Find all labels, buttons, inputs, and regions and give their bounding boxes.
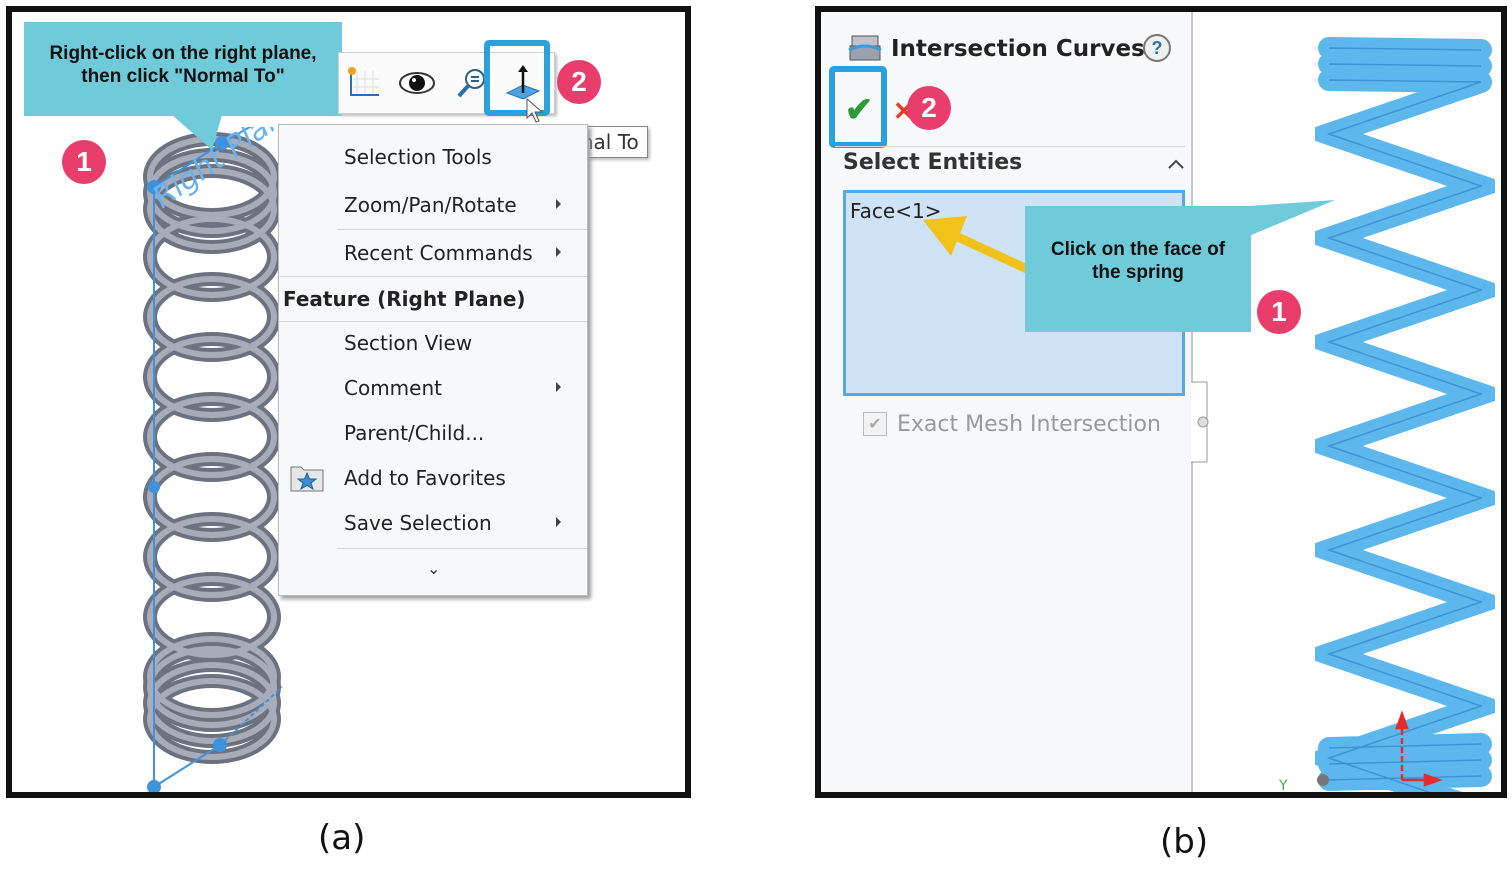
spring-coil-path bbox=[1326, 47, 1484, 792]
step-badge-1: 1 bbox=[1257, 290, 1301, 334]
menu-expand-chevron-icon[interactable]: ⌄ bbox=[427, 559, 440, 578]
instruction-callout: Click on the face of the spring bbox=[1025, 206, 1251, 332]
step-badge-2: 2 bbox=[557, 60, 601, 104]
submenu-arrow-icon bbox=[556, 517, 561, 527]
panel-b-screenshot: Intersection Curves ? ✔ ✕ 2 Select Entit… bbox=[815, 6, 1507, 798]
step-badge-2: 2 bbox=[907, 86, 951, 130]
menu-separator bbox=[279, 321, 587, 322]
menu-item-selection-tools[interactable]: Selection Tools bbox=[279, 137, 587, 177]
caption-a: (a) bbox=[318, 818, 366, 858]
intersection-curves-icon bbox=[848, 35, 882, 61]
exact-mesh-intersection-label: Exact Mesh Intersection bbox=[897, 412, 1161, 437]
submenu-arrow-icon bbox=[556, 247, 561, 257]
menu-item-save-selection[interactable]: Save Selection bbox=[279, 503, 587, 543]
mouse-cursor-icon bbox=[526, 98, 544, 123]
spring-model-blue[interactable] bbox=[1315, 32, 1495, 792]
menu-item-parent-child[interactable]: Parent/Child... bbox=[279, 413, 587, 453]
instruction-callout: Right-click on the right plane, then cli… bbox=[24, 22, 342, 116]
pointer-arrow bbox=[923, 216, 1031, 275]
step-badge-1: 1 bbox=[62, 140, 106, 184]
sketch-grid-icon[interactable] bbox=[343, 63, 383, 103]
section-divider bbox=[835, 146, 1185, 147]
menu-item-add-to-favorites[interactable]: Add to Favorites bbox=[279, 458, 587, 498]
collapse-chevron-icon[interactable] bbox=[1167, 158, 1185, 170]
section-title-select-entities: Select Entities bbox=[843, 150, 1023, 175]
menu-item-comment[interactable]: Comment bbox=[279, 368, 587, 408]
ok-button-highlight bbox=[829, 66, 887, 148]
exact-mesh-intersection-checkbox[interactable]: ✔ bbox=[863, 412, 887, 436]
menu-item-recent-commands[interactable]: Recent Commands bbox=[279, 233, 587, 273]
panel-a-screenshot: Right Plane Right-click on the right pla… bbox=[6, 6, 691, 798]
menu-header-feature-right-plane: Feature (Right Plane) bbox=[283, 287, 526, 311]
y-axis-label: Y bbox=[1279, 778, 1288, 794]
panel-splitter-handle[interactable] bbox=[1191, 372, 1221, 472]
menu-item-section-view[interactable]: Section View bbox=[279, 323, 587, 363]
submenu-arrow-icon bbox=[556, 382, 561, 392]
menu-separator bbox=[279, 276, 587, 277]
menu-item-zoom-pan-rotate[interactable]: Zoom/Pan/Rotate bbox=[279, 185, 587, 225]
spring-model-gray[interactable]: Right Plane bbox=[132, 127, 302, 797]
caption-b: (b) bbox=[1160, 822, 1209, 862]
menu-separator bbox=[337, 548, 587, 549]
favorites-star-folder-icon bbox=[290, 466, 324, 492]
property-manager: Intersection Curves ? ✔ ✕ 2 Select Entit… bbox=[821, 12, 1193, 792]
help-icon[interactable]: ? bbox=[1143, 34, 1171, 62]
eye-icon[interactable] bbox=[397, 63, 437, 103]
context-menu: Selection Tools Zoom/Pan/Rotate Recent C… bbox=[278, 124, 588, 596]
property-manager-title: Intersection Curves bbox=[891, 36, 1145, 62]
callout-pointer bbox=[172, 115, 222, 150]
submenu-arrow-icon bbox=[556, 199, 561, 209]
menu-separator bbox=[337, 229, 587, 230]
